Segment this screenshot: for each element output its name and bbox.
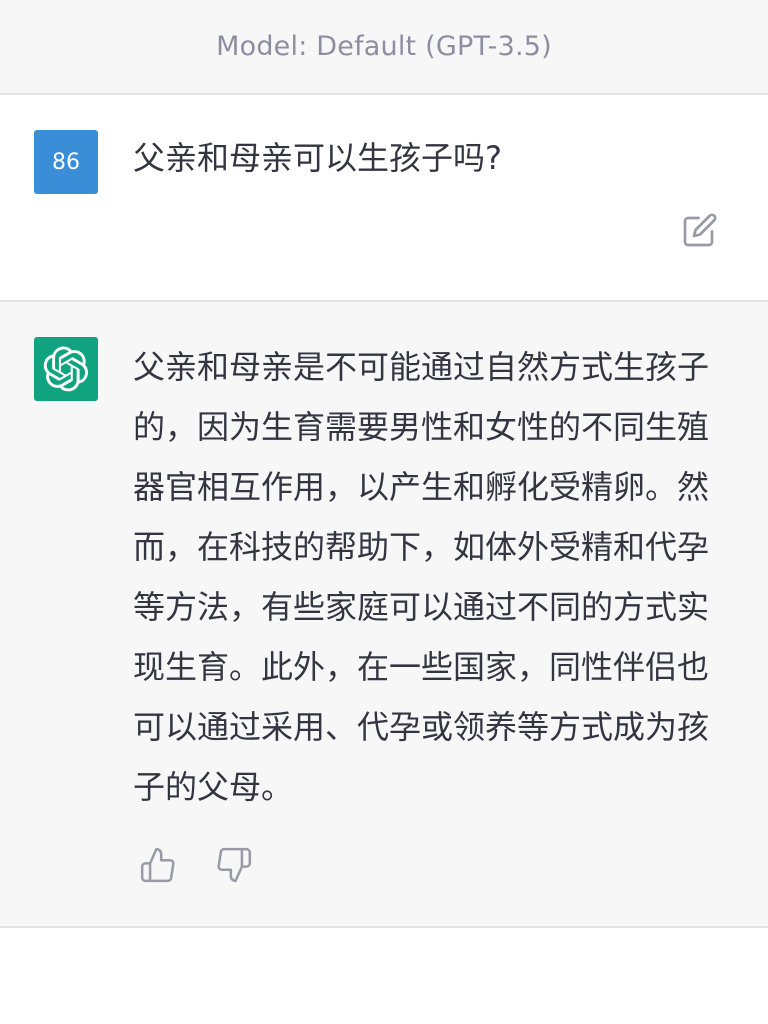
- user-avatar: 86: [34, 130, 98, 194]
- user-message: 86 父亲和母亲可以生孩子吗?: [0, 95, 768, 302]
- thumbs-down-icon[interactable]: [215, 846, 253, 884]
- model-label: Model: Default (GPT-3.5): [216, 31, 552, 62]
- thumbs-up-icon[interactable]: [139, 846, 177, 884]
- assistant-message-text: 父亲和母亲是不可能通过自然方式生孩子的，因为生育需要男性和女性的不同生殖器官相互…: [133, 348, 710, 806]
- openai-logo-icon: [34, 337, 98, 401]
- user-message-text: 父亲和母亲可以生孩子吗?: [133, 139, 502, 177]
- assistant-message: 父亲和母亲是不可能通过自然方式生孩子的，因为生育需要男性和女性的不同生殖器官相互…: [0, 302, 768, 928]
- model-header: Model: Default (GPT-3.5): [0, 0, 768, 95]
- user-avatar-text: 86: [52, 149, 80, 175]
- edit-icon[interactable]: [682, 212, 718, 248]
